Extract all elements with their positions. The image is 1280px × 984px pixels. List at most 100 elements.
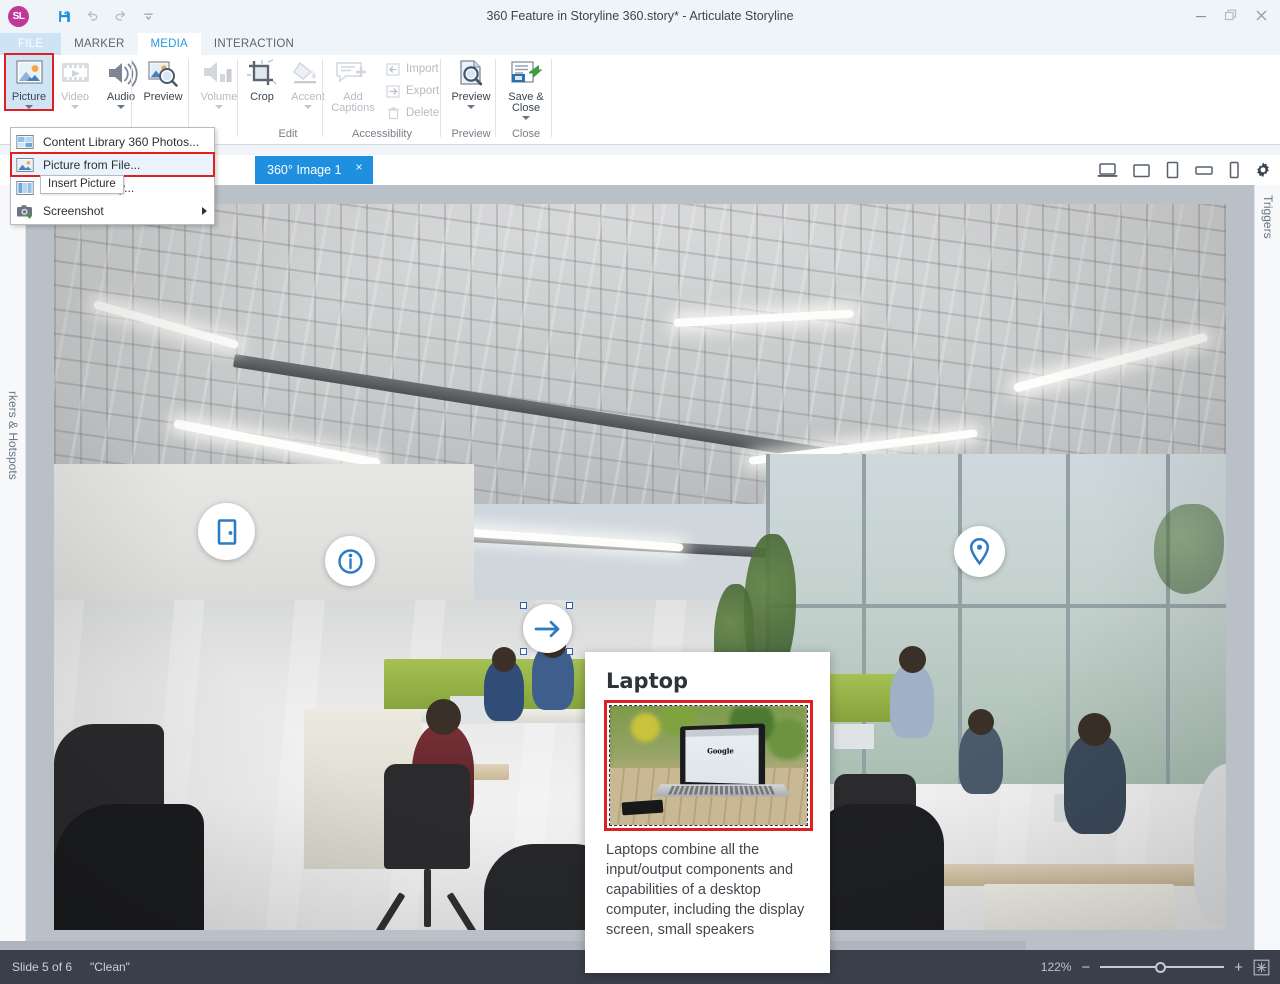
device-phone-landscape-icon[interactable] <box>1194 163 1214 177</box>
preview-button[interactable]: Preview <box>442 55 500 109</box>
ribbon-separator <box>495 59 496 137</box>
close-icon[interactable]: × <box>356 160 363 174</box>
chevron-down-icon[interactable] <box>215 105 223 109</box>
zoom-slider-thumb[interactable] <box>1155 961 1167 973</box>
minimize-button[interactable] <box>1186 2 1216 28</box>
tab-media[interactable]: MEDIA <box>137 33 201 55</box>
chevron-down-icon[interactable] <box>25 105 33 109</box>
player-settings-gear-icon[interactable] <box>1254 161 1272 179</box>
resize-handle-ne[interactable] <box>566 602 573 609</box>
storyline-360-window: SL 360 Feature in Storyline 360.story* -… <box>0 0 1280 984</box>
close-button[interactable] <box>1246 2 1276 28</box>
preview-magnifier-icon <box>454 59 488 89</box>
marker-info[interactable] <box>325 536 375 586</box>
tab-marker[interactable]: MARKER <box>61 33 137 55</box>
device-preview-toolbar <box>1097 156 1272 184</box>
ribbon-separator <box>237 59 238 137</box>
ribbon-group-close: Save & Close Close <box>497 55 555 144</box>
restore-button[interactable] <box>1216 2 1246 28</box>
save-icon[interactable] <box>52 4 77 28</box>
markers-hotspots-panel-rail[interactable]: rkers & Hotspots <box>0 185 26 950</box>
zoom-slider[interactable] <box>1100 960 1225 974</box>
chevron-right-icon <box>202 206 207 215</box>
chevron-down-icon[interactable] <box>71 105 79 109</box>
volume-icon <box>201 59 237 89</box>
redo-icon[interactable] <box>108 4 133 28</box>
picture-icon <box>13 59 46 89</box>
ribbon-group-accessibility: Add Captions Import Export Delete Access… <box>324 55 443 144</box>
add-captions-button[interactable]: Add Captions <box>324 55 382 114</box>
delete-label: Delete <box>406 107 440 119</box>
device-desktop-icon[interactable] <box>1097 162 1118 179</box>
save-and-close-button[interactable]: Save & Close <box>497 55 555 120</box>
fit-to-window-button[interactable] <box>1253 959 1270 976</box>
screenshot-icon <box>15 201 34 220</box>
video-button[interactable]: Video <box>52 55 98 109</box>
content-library-photos-icon <box>15 132 34 151</box>
tab-interaction[interactable]: INTERACTION <box>201 33 307 55</box>
video-icon <box>59 59 92 89</box>
preview-media-label: Preview <box>143 91 183 103</box>
menu-item-label: Screenshot <box>43 203 104 218</box>
save-close-label: Save & Close <box>508 91 544 114</box>
add-captions-label: Add Captions <box>331 91 375 114</box>
device-tablet-landscape-icon[interactable] <box>1132 162 1151 179</box>
horizontal-scrollbar[interactable] <box>0 941 1026 950</box>
hotspot-caption-card[interactable]: Laptop Google Laptops combine all the in… <box>585 652 830 973</box>
ribbon-separator <box>440 59 441 137</box>
marker-door[interactable] <box>198 503 255 560</box>
export-label: Export <box>406 85 440 97</box>
picture-button-label: Picture <box>11 91 47 103</box>
chevron-down-icon[interactable] <box>467 105 475 109</box>
marker-pin[interactable] <box>954 526 1005 577</box>
resize-handle-se[interactable] <box>566 648 573 655</box>
menu-item-label: Content Library 360 Photos... <box>43 134 200 149</box>
export-captions-button[interactable]: Export <box>382 80 443 102</box>
card-image-selection-frame[interactable]: Google <box>604 700 813 831</box>
document-tab-360-image-1[interactable]: 360° Image 1 × <box>255 156 373 184</box>
export-icon <box>386 84 401 99</box>
menu-item-picture-from-file[interactable]: Picture from File... <box>10 152 215 177</box>
picture-button[interactable]: Picture <box>4 53 54 111</box>
undo-icon[interactable] <box>80 4 105 28</box>
preview-media-button[interactable]: Preview <box>134 55 192 103</box>
delete-icon <box>386 106 401 121</box>
window-controls <box>1186 2 1276 28</box>
accessibility-small-buttons: Import Export Delete <box>382 55 443 124</box>
arrow-right-icon <box>534 620 559 637</box>
delete-captions-button[interactable]: Delete <box>382 102 443 124</box>
resize-handle-nw[interactable] <box>520 602 527 609</box>
zoom-out-button[interactable]: − <box>1081 960 1090 975</box>
import-captions-button[interactable]: Import <box>382 58 443 80</box>
triggers-label: Triggers <box>1261 195 1275 239</box>
ribbon-group-label-close: Close <box>511 128 541 140</box>
save-close-icon <box>509 59 543 89</box>
volume-button-label: Volume <box>200 91 238 103</box>
resize-handle-sw[interactable] <box>520 648 527 655</box>
customize-quick-access-icon[interactable] <box>136 4 161 28</box>
device-tablet-portrait-icon[interactable] <box>1165 161 1180 179</box>
map-pin-icon <box>969 537 990 566</box>
triggers-panel-rail[interactable]: Triggers <box>1254 185 1280 950</box>
slide-counter: Slide 5 of 6 <box>12 960 73 974</box>
menu-item-screenshot[interactable]: Screenshot <box>11 199 214 222</box>
app-logo: SL <box>8 6 29 27</box>
status-bar-left: Slide 5 of 6 "Clean" <box>0 960 130 974</box>
crop-button[interactable]: Crop <box>239 55 285 103</box>
laptop-photo[interactable]: Google <box>610 706 807 825</box>
chevron-down-icon[interactable] <box>522 116 530 120</box>
menu-item-content-library-360-photos[interactable]: Content Library 360 Photos... <box>11 130 214 153</box>
status-bar-right: 122% − + <box>1035 959 1280 976</box>
chevron-down-icon[interactable] <box>304 105 312 109</box>
zoom-in-button[interactable]: + <box>1234 960 1243 975</box>
info-icon <box>337 548 363 574</box>
window-title: 360 Feature in Storyline 360.story* - Ar… <box>486 9 794 23</box>
tab-file[interactable]: FILE <box>0 33 62 55</box>
marker-arrow[interactable] <box>523 604 572 653</box>
import-label: Import <box>406 63 439 75</box>
device-phone-portrait-icon[interactable] <box>1228 161 1240 179</box>
chevron-down-icon[interactable] <box>117 105 125 109</box>
theme-name: "Clean" <box>90 960 130 974</box>
ribbon-separator <box>131 59 132 137</box>
insert-picture-tooltip: Insert Picture <box>40 175 124 194</box>
